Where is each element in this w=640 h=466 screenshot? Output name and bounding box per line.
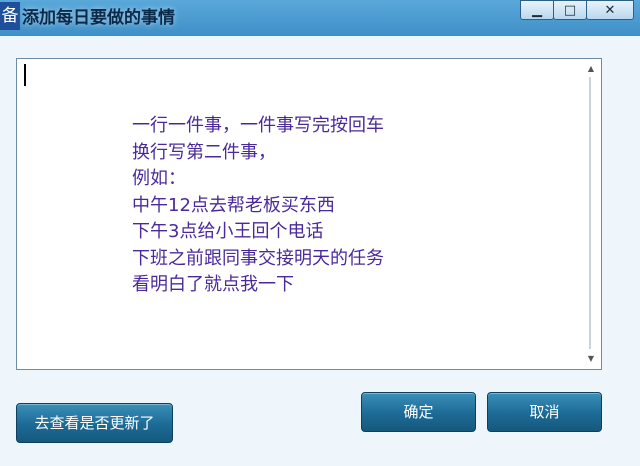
vertical-scrollbar[interactable]: ▲ ▼ <box>581 59 601 369</box>
maximize-button[interactable]: □ <box>553 0 587 20</box>
scroll-up-icon[interactable]: ▲ <box>581 61 601 77</box>
instruction-line: 换行写第二件事， <box>132 141 276 163</box>
close-button[interactable]: ✕ <box>586 0 634 20</box>
instruction-line: 下午3点给小王回个电话 <box>132 221 324 242</box>
dialog-body: 一行一件事，一件事写完按回车 换行写第二件事， 例如： 中午12点去帮老板买东西… <box>0 36 640 466</box>
minimize-button[interactable]: ▁ <box>520 0 554 20</box>
minimize-icon: ▁ <box>532 2 542 18</box>
task-textarea[interactable]: 一行一件事，一件事写完按回车 换行写第二件事， 例如： 中午12点去帮老板买东西… <box>16 58 602 370</box>
scroll-down-icon[interactable]: ▼ <box>581 351 601 367</box>
cancel-button[interactable]: 取消 <box>487 392 602 432</box>
maximize-icon: □ <box>563 2 577 18</box>
text-caret <box>24 64 26 86</box>
scrollbar-track[interactable] <box>589 77 591 349</box>
window-title: 添加每日要做的事情 <box>22 8 175 28</box>
check-update-button[interactable]: 去查看是否更新了 <box>16 403 173 443</box>
instruction-text: 一行一件事，一件事写完按回车 换行写第二件事， 例如： 中午12点去帮老板买东西… <box>132 113 552 299</box>
ok-button[interactable]: 确定 <box>361 392 476 432</box>
window-controls: ▁ □ ✕ <box>520 0 634 20</box>
app-icon: 备 <box>0 2 20 30</box>
dialog-window: 备 添加每日要做的事情 ▁ □ ✕ 一行一件事，一件事写完按回车 换行写第二件事… <box>0 0 640 466</box>
instruction-line: 看明白了就点我一下 <box>132 274 294 295</box>
instruction-line: 下班之前跟同事交接明天的任务 <box>132 247 384 269</box>
instruction-line: 一行一件事，一件事写完按回车 <box>132 115 384 136</box>
close-icon: ✕ <box>604 2 616 18</box>
title-bar[interactable]: 备 添加每日要做的事情 ▁ □ ✕ <box>0 0 640 36</box>
instruction-line: 中午12点去帮老板买东西 <box>132 194 335 216</box>
instruction-line: 例如： <box>132 168 186 189</box>
